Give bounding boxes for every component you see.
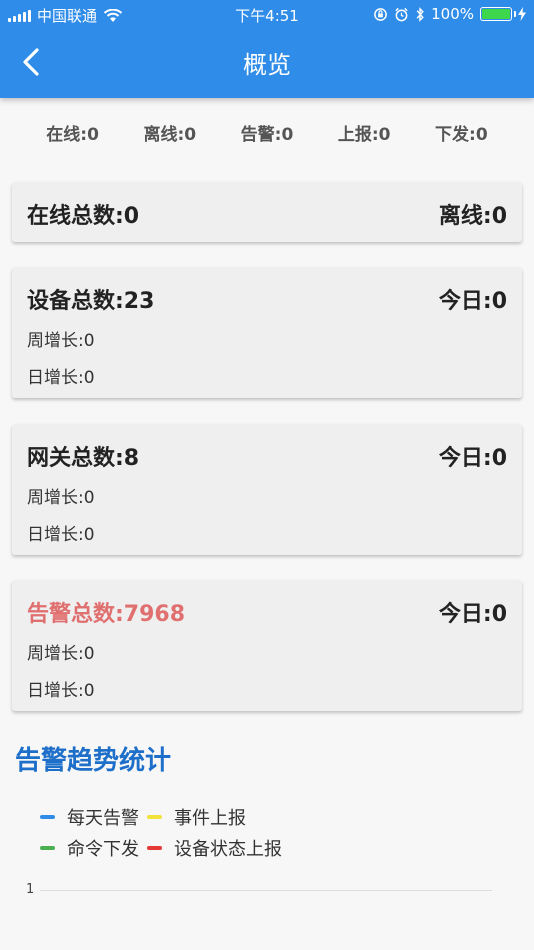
legend-swatch-green: [40, 846, 55, 850]
device-daily-growth: 日增长:0: [27, 368, 95, 388]
legend-label: 每天告警: [67, 808, 139, 829]
legend-row-2: 命令下发 设备状态上报: [40, 835, 290, 861]
legend-label: 事件上报: [174, 808, 246, 829]
summary-online: 在线:0: [46, 125, 99, 145]
online-card[interactable]: 在线总数:0 离线:0: [12, 182, 522, 242]
gateway-today: 今日:0: [438, 446, 507, 471]
legend-item-event-report[interactable]: 事件上报: [147, 804, 246, 830]
trend-section-title: 告警趋势统计: [15, 746, 172, 776]
legend-item-command[interactable]: 命令下发: [40, 835, 139, 861]
alarm-total: 告警总数:7968: [27, 602, 186, 627]
alarm-daily-growth: 日增长:0: [27, 681, 95, 701]
legend-swatch-red: [147, 846, 162, 850]
alarm-weekly-growth: 周增长:0: [27, 644, 95, 664]
chart-gridline: [40, 890, 492, 891]
battery-percent: 100%: [431, 5, 474, 23]
status-right: 100%: [373, 5, 526, 23]
gateway-total: 网关总数:8: [27, 446, 140, 471]
alarm-clock-icon: [395, 7, 408, 21]
legend-item-daily-alarm[interactable]: 每天告警: [40, 804, 139, 830]
summary-report: 上报:0: [337, 125, 391, 145]
legend-label: 命令下发: [67, 839, 139, 860]
summary-command: 下发:0: [435, 125, 488, 145]
device-weekly-growth: 周增长:0: [27, 331, 95, 351]
bluetooth-icon: [416, 6, 424, 22]
battery-icon: [480, 7, 516, 21]
alarm-card[interactable]: 告警总数:7968 今日:0 周增长:0 日增长:0: [12, 580, 522, 711]
legend-swatch-blue: [40, 815, 55, 819]
device-card[interactable]: 设备总数:23 今日:0 周增长:0 日增长:0: [12, 267, 522, 398]
alarm-today: 今日:0: [438, 602, 507, 627]
legend-label: 设备状态上报: [174, 839, 282, 860]
page-title: 概览: [243, 51, 291, 79]
legend-item-device-status[interactable]: 设备状态上报: [147, 835, 282, 861]
charging-icon: [518, 7, 526, 21]
gateway-daily-growth: 日增长:0: [27, 525, 95, 545]
chart-y-tick: 1: [26, 882, 35, 897]
gateway-card[interactable]: 网关总数:8 今日:0 周增长:0 日增长:0: [12, 424, 522, 555]
legend-row-1: 每天告警 事件上报: [40, 804, 254, 830]
summary-offline: 离线:0: [143, 125, 197, 145]
online-total: 在线总数:0: [27, 204, 140, 229]
device-today: 今日:0: [438, 289, 507, 314]
app-bar: 中国联通 下午4:51 100% 概览: [0, 0, 534, 98]
summary-alarm: 告警:0: [240, 125, 294, 145]
gateway-weekly-growth: 周增长:0: [27, 488, 95, 508]
device-total: 设备总数:23: [27, 289, 155, 314]
legend-swatch-yellow: [147, 815, 162, 819]
orientation-lock-icon: [374, 7, 387, 21]
offline-count: 离线:0: [438, 204, 507, 229]
status-bar: 中国联通 下午4:51 100%: [0, 0, 534, 28]
summary-row: 在线:0 离线:0 告警:0 上报:0 下发:0: [0, 120, 534, 145]
battery-fill: [482, 9, 510, 19]
